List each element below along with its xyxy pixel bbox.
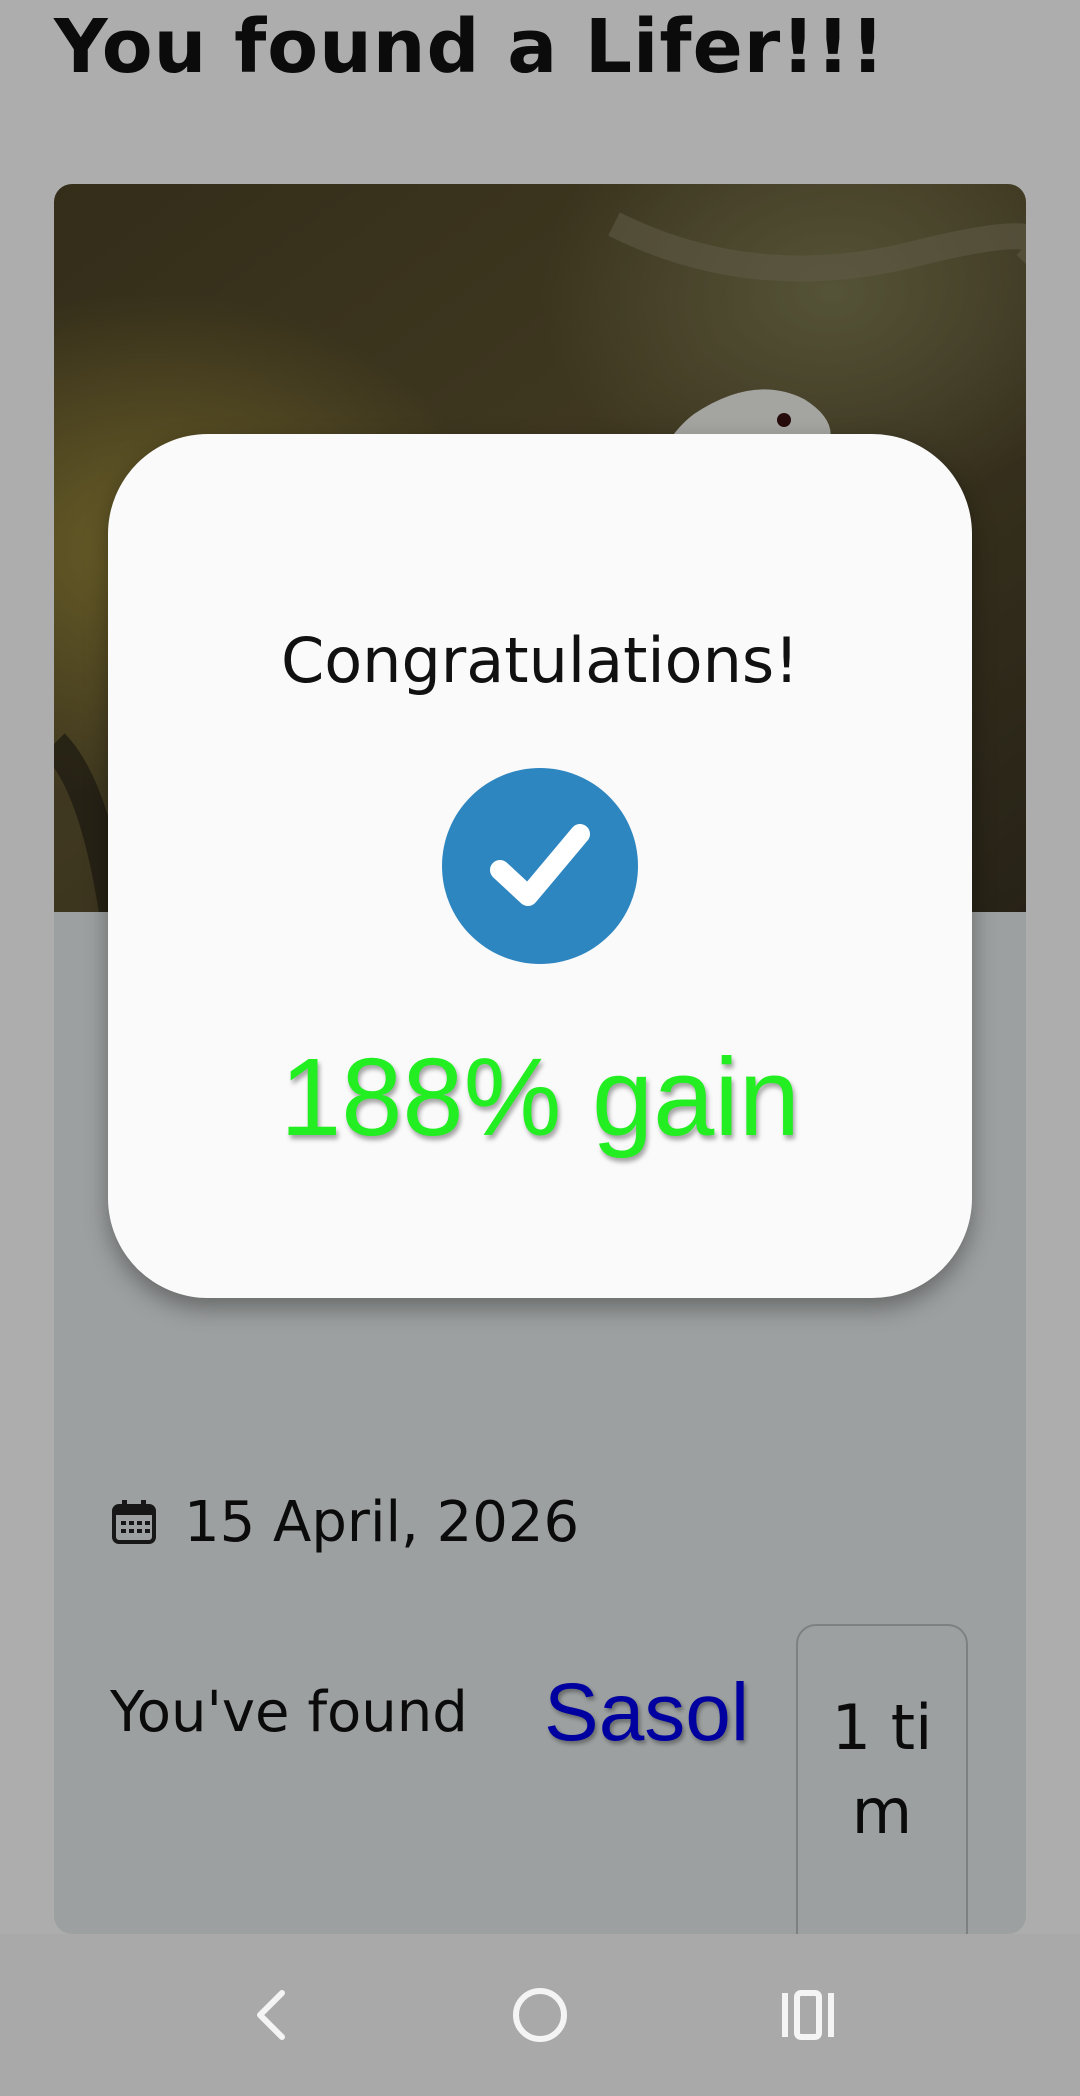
home-button[interactable] xyxy=(460,1934,620,2096)
recents-button[interactable] xyxy=(728,1934,888,2096)
home-icon xyxy=(513,1988,567,2042)
checkmark-icon xyxy=(442,768,638,964)
congratulations-dialog: Congratulations! 188% gain xyxy=(108,434,972,1298)
back-icon xyxy=(257,1990,285,2040)
dialog-title: Congratulations! xyxy=(280,624,800,697)
back-button[interactable] xyxy=(192,1934,352,2096)
gain-text: 188% gain xyxy=(280,1036,800,1159)
screen: You found a Lifer!!! 15 April, 2026 You'… xyxy=(0,0,1080,2096)
navigation-bar xyxy=(0,1934,1080,2096)
recents-icon xyxy=(782,1990,834,2040)
